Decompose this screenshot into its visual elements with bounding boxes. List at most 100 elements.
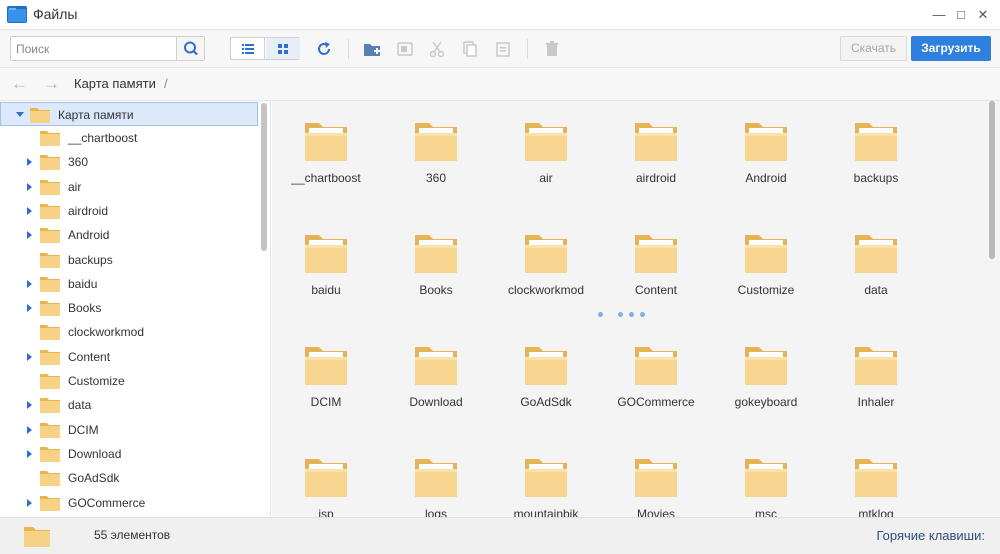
expand-arrow-icon[interactable]: [27, 304, 32, 313]
folder-icon: [745, 347, 787, 385]
folder-item[interactable]: air: [496, 119, 596, 219]
loading-indicator: [598, 312, 648, 318]
folder-name: Android: [745, 171, 787, 185]
folder-item[interactable]: gokeyboard: [716, 343, 816, 443]
folder-icon: [855, 459, 897, 497]
tree-item[interactable]: Books: [0, 296, 258, 320]
forward-arrow-icon[interactable]: →: [43, 75, 61, 92]
tree-item[interactable]: air: [0, 175, 258, 199]
download-button[interactable]: Скачать: [840, 36, 907, 61]
folder-name: Customize: [737, 283, 795, 297]
folder-item[interactable]: isp: [276, 455, 376, 517]
folder-item[interactable]: DCIM: [276, 343, 376, 443]
item-count: 55 элементов: [94, 528, 171, 542]
folder-icon: [40, 374, 60, 389]
sidebar-scrollbar[interactable]: [261, 103, 267, 251]
folder-item[interactable]: backups: [826, 119, 926, 219]
expand-arrow-icon[interactable]: [27, 352, 32, 361]
folder-name: Inhaler: [857, 395, 895, 409]
folder-icon: [40, 422, 60, 438]
tree-item[interactable]: GoAdSdk: [0, 466, 258, 490]
expand-arrow-icon[interactable]: [27, 279, 32, 288]
folder-icon: [415, 123, 457, 161]
search-box: [10, 36, 205, 61]
folder-icon: [305, 235, 347, 273]
folder-icon: [40, 203, 60, 219]
breadcrumb-root[interactable]: Карта памяти: [74, 76, 156, 91]
folder-item[interactable]: baidu: [276, 231, 376, 331]
folder-item[interactable]: logs: [386, 455, 486, 517]
expand-arrow-icon[interactable]: [27, 231, 32, 240]
tree-item-label: Content: [68, 349, 111, 364]
maximize-button[interactable]: □: [952, 6, 970, 24]
folder-item[interactable]: GOCommerce: [606, 343, 706, 443]
minimize-button[interactable]: —: [930, 6, 948, 24]
tree-item[interactable]: airdroid: [0, 199, 258, 223]
folder-name: air: [539, 171, 553, 185]
trash-icon[interactable]: [543, 40, 561, 58]
tree-item[interactable]: Content: [0, 345, 258, 369]
tree-item[interactable]: __chartboost: [0, 126, 258, 150]
copy-icon[interactable]: [461, 40, 479, 58]
tree-item-root[interactable]: Карта памяти: [0, 102, 258, 126]
expand-arrow-icon[interactable]: [27, 401, 32, 410]
grid-icon: [278, 44, 288, 54]
tree-item[interactable]: GOCommerce: [0, 491, 258, 515]
upload-button[interactable]: Загрузить: [911, 36, 991, 61]
folder-item[interactable]: __chartboost: [276, 119, 376, 219]
folder-item[interactable]: mtklog: [826, 455, 926, 517]
tree-item-label: Books: [68, 301, 102, 316]
tree-item[interactable]: Customize: [0, 369, 258, 393]
new-folder-icon[interactable]: [363, 40, 381, 58]
tree-item[interactable]: data: [0, 393, 258, 417]
folder-item[interactable]: clockworkmod: [496, 231, 596, 331]
folder-item[interactable]: mountainbik: [496, 455, 596, 517]
tree-item[interactable]: baidu: [0, 272, 258, 296]
tree-item-label: Download: [68, 446, 122, 461]
expand-arrow-icon[interactable]: [27, 498, 32, 507]
tree-item-label: Карта памяти: [58, 108, 134, 122]
rename-icon[interactable]: [396, 40, 414, 58]
expand-arrow-icon[interactable]: [27, 425, 32, 434]
tree-item-label: GOCommerce: [68, 495, 146, 510]
refresh-icon[interactable]: [315, 40, 333, 58]
folder-name: isp: [318, 507, 334, 517]
tree-item[interactable]: 360: [0, 150, 258, 174]
folder-item[interactable]: Download: [386, 343, 486, 443]
expand-arrow-icon[interactable]: [16, 112, 24, 117]
close-button[interactable]: ✕: [974, 6, 992, 24]
folder-item[interactable]: Movies: [606, 455, 706, 517]
folder-icon: [415, 235, 457, 273]
list-view-button[interactable]: [231, 38, 265, 59]
search-input[interactable]: [11, 37, 177, 60]
back-arrow-icon[interactable]: ←: [11, 75, 29, 92]
folder-item[interactable]: data: [826, 231, 926, 331]
folder-item[interactable]: airdroid: [606, 119, 706, 219]
content-scrollbar[interactable]: [989, 101, 995, 259]
expand-arrow-icon[interactable]: [27, 158, 32, 167]
folder-icon: [40, 276, 60, 292]
folder-item[interactable]: Inhaler: [826, 343, 926, 443]
grid-view-button[interactable]: [266, 38, 300, 59]
folder-item[interactable]: Android: [716, 119, 816, 219]
tree-item-label: DCIM: [68, 422, 99, 437]
folder-item[interactable]: GoAdSdk: [496, 343, 596, 443]
tree-item[interactable]: Android: [0, 223, 258, 247]
search-button[interactable]: [176, 37, 204, 60]
paste-icon[interactable]: [494, 40, 512, 58]
tree-item[interactable]: DCIM: [0, 418, 258, 442]
cut-icon[interactable]: [428, 40, 446, 58]
folder-item[interactable]: msc: [716, 455, 816, 517]
folder-item[interactable]: Books: [386, 231, 486, 331]
tree-item[interactable]: clockworkmod: [0, 320, 258, 344]
expand-arrow-icon[interactable]: [27, 206, 32, 215]
tree-item[interactable]: Download: [0, 442, 258, 466]
folder-item[interactable]: 360: [386, 119, 486, 219]
tree-item[interactable]: backups: [0, 248, 258, 272]
folder-item[interactable]: Customize: [716, 231, 816, 331]
list-icon: [242, 44, 254, 54]
folder-name: logs: [424, 507, 447, 517]
expand-arrow-icon[interactable]: [27, 449, 32, 458]
hotkeys-link[interactable]: Горячие клавиши:: [876, 528, 985, 543]
expand-arrow-icon[interactable]: [27, 182, 32, 191]
